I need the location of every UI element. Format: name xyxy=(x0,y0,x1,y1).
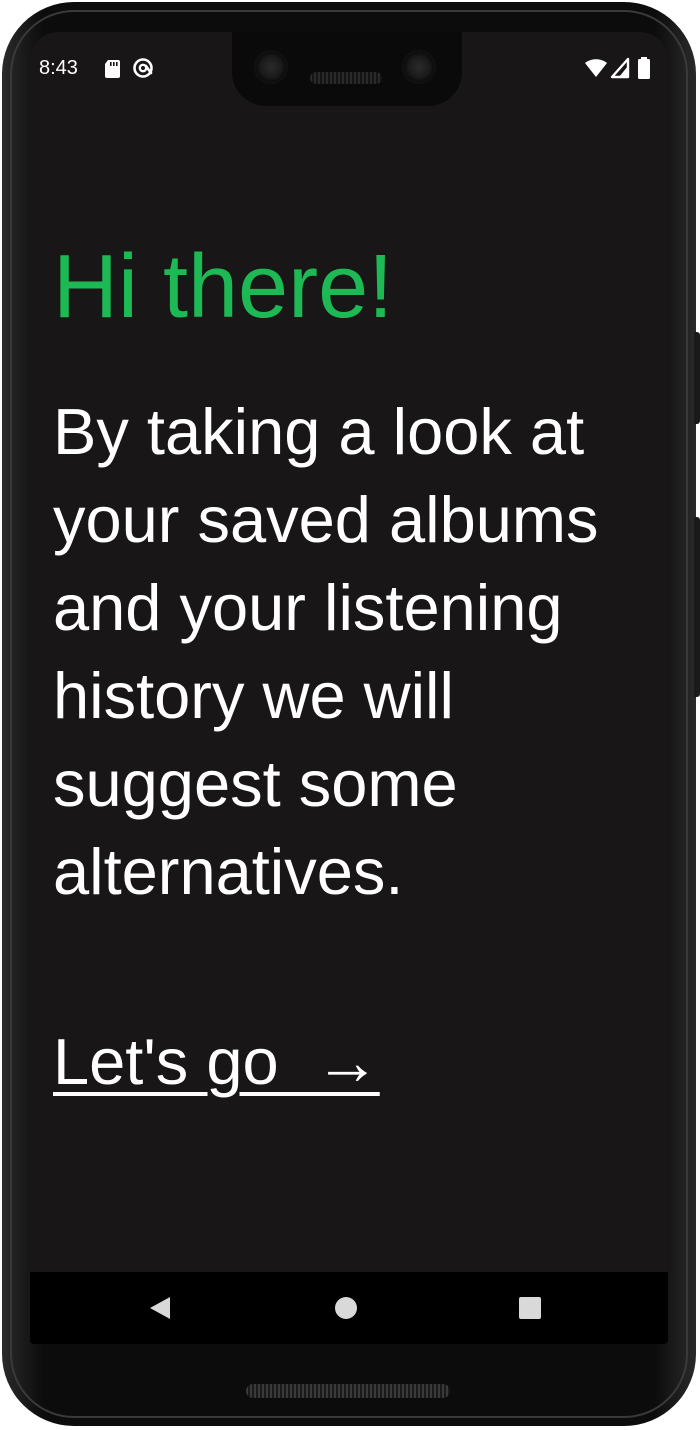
wifi-icon xyxy=(585,59,607,77)
status-time: 8:43 xyxy=(39,57,78,79)
front-sensor xyxy=(402,50,436,84)
front-camera xyxy=(254,50,288,84)
earpiece-speaker xyxy=(310,72,382,84)
home-icon[interactable] xyxy=(330,1292,362,1324)
screen: 8:43 Hi there! By taking a look at your … xyxy=(30,32,668,1344)
intro-text: By taking a look at your saved albums an… xyxy=(53,395,599,908)
lets-go-link[interactable]: Let's go → xyxy=(53,1022,380,1102)
back-icon[interactable] xyxy=(144,1292,176,1324)
sd-card-icon xyxy=(105,60,120,78)
at-sign-icon xyxy=(133,58,153,78)
power-button xyxy=(694,332,700,424)
camera-notch xyxy=(232,32,462,106)
greeting-title: Hi there! xyxy=(53,237,394,337)
battery-icon xyxy=(638,57,650,79)
navigation-bar xyxy=(30,1272,668,1344)
phone-frame: 8:43 Hi there! By taking a look at your … xyxy=(2,2,700,1426)
volume-button xyxy=(694,517,700,697)
recents-icon[interactable] xyxy=(514,1292,546,1324)
bottom-speaker-grille xyxy=(246,1384,450,1398)
signal-icon xyxy=(610,57,630,79)
